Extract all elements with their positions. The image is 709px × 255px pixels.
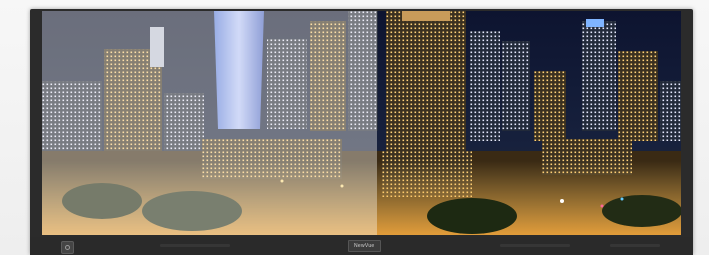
power-button[interactable] bbox=[61, 241, 74, 254]
bezel-mark-far-right bbox=[610, 244, 660, 247]
bezel-mark-right bbox=[500, 244, 570, 247]
monitor-screen bbox=[42, 11, 681, 235]
power-button-icon bbox=[65, 245, 70, 250]
page: NewVue bbox=[0, 0, 709, 255]
brand-logo: NewVue bbox=[348, 240, 381, 252]
city-skyline-image bbox=[42, 11, 681, 235]
bezel-mark-left bbox=[160, 244, 230, 247]
monitor: NewVue bbox=[30, 9, 693, 255]
monitor-chin: NewVue bbox=[30, 237, 693, 255]
